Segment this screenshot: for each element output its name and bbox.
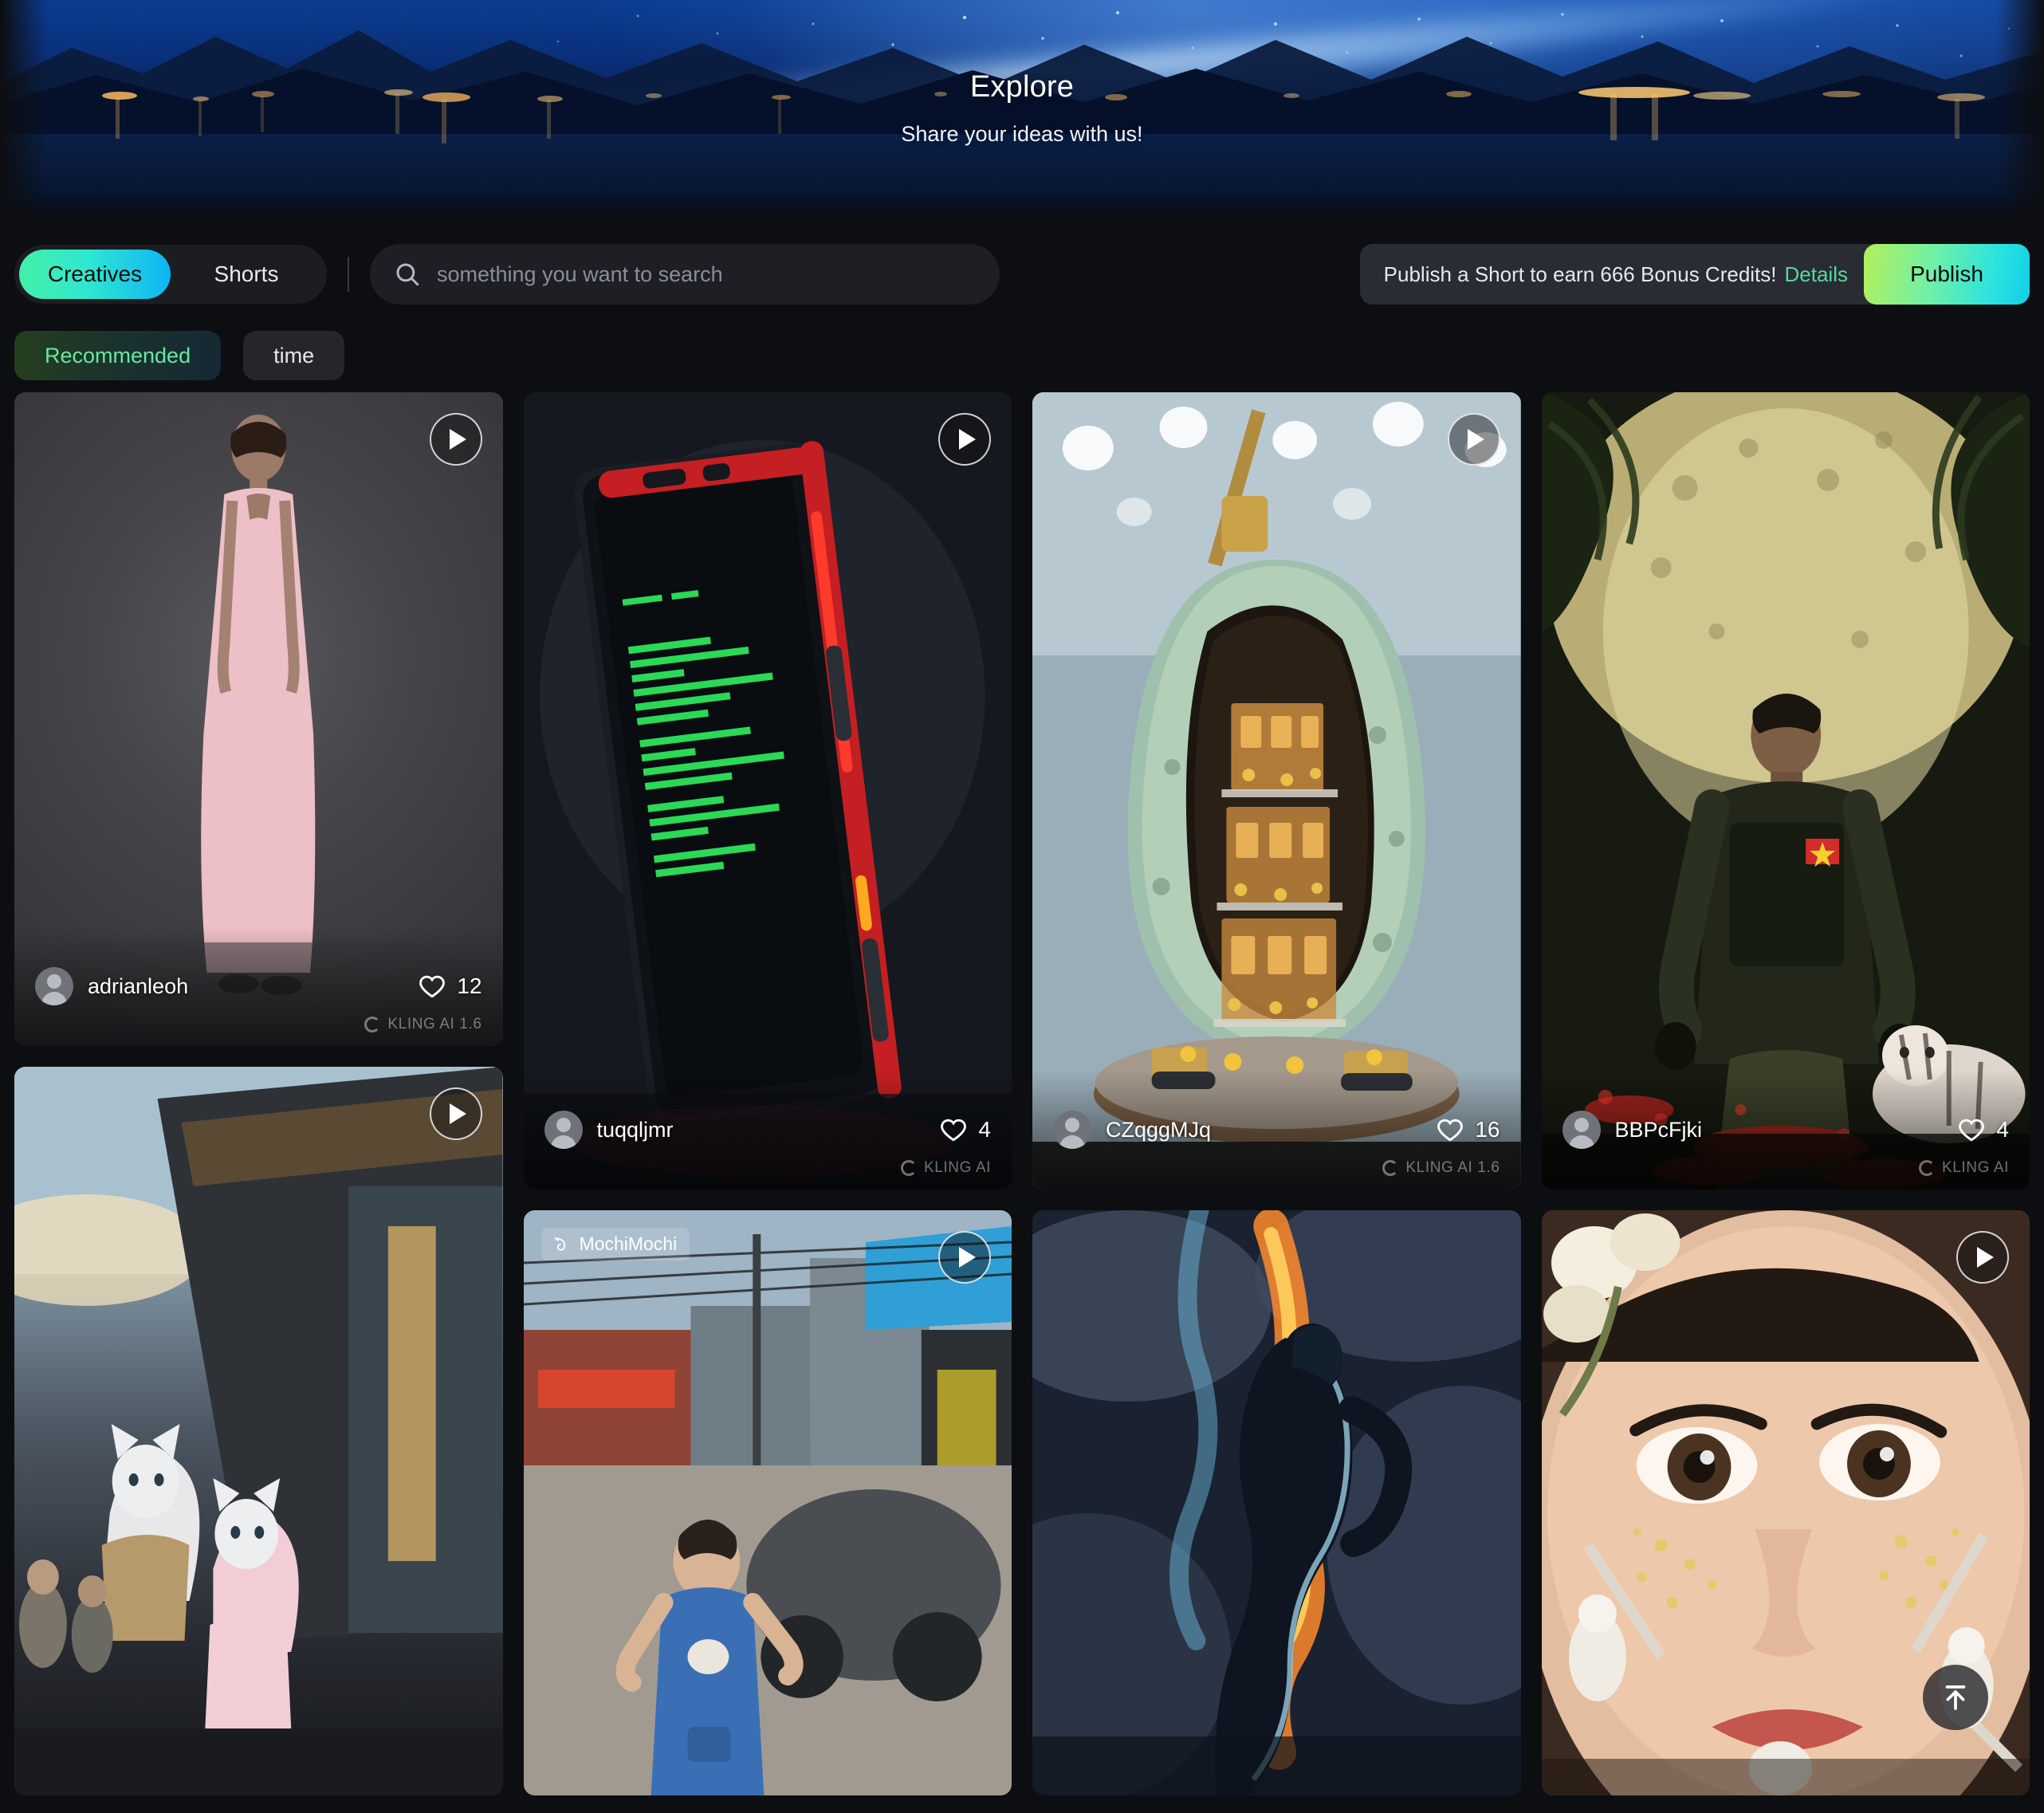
mochimochi-logo-icon xyxy=(553,1237,565,1251)
play-button[interactable] xyxy=(429,413,482,466)
heart-icon xyxy=(1437,1119,1464,1142)
card-thumbnail xyxy=(523,1210,1012,1795)
avatar[interactable] xyxy=(1562,1111,1601,1149)
promo-text: Publish a Short to earn 666 Bonus Credit… xyxy=(1383,262,1777,286)
play-icon xyxy=(1976,1247,1994,1268)
play-icon xyxy=(450,1103,466,1124)
card-username[interactable]: CZqggMJq xyxy=(1106,1118,1211,1142)
content-grid: adrianleoh 12 KLING AI 1.6 tuqqljmr 4 KL… xyxy=(0,392,2044,1795)
search-input[interactable] xyxy=(437,262,976,287)
play-button[interactable] xyxy=(938,1231,991,1284)
heart-icon xyxy=(419,975,446,998)
page-title: Explore xyxy=(969,70,1075,104)
creator-badge: MochiMochi xyxy=(540,1228,690,1260)
kling-watermark: KLING AI 1.6 xyxy=(364,1016,482,1033)
filter-chip-time[interactable]: time xyxy=(243,331,345,380)
tab-creatives[interactable]: Creatives xyxy=(19,250,171,299)
filter-chip-recommended[interactable]: Recommended xyxy=(14,331,222,380)
scroll-to-top-button[interactable] xyxy=(1923,1665,1988,1730)
card-egg[interactable]: CZqggMJq 16 KLING AI 1.6 xyxy=(1032,392,1521,1190)
tab-shorts[interactable]: Shorts xyxy=(171,250,322,299)
hero-bottom-fade xyxy=(0,195,2044,230)
watermark-text: KLING AI xyxy=(923,1159,991,1176)
card-soldier[interactable]: BBPcFjki 4 KLING AI xyxy=(1541,392,2030,1190)
card-username[interactable]: BBPcFjki xyxy=(1615,1118,1703,1142)
card-phone[interactable]: tuqqljmr 4 KLING AI xyxy=(523,392,1012,1190)
heart-icon xyxy=(1959,1119,1985,1142)
card-thumbnail xyxy=(14,1067,503,1795)
watermark-text: KLING AI xyxy=(1941,1159,2009,1176)
kling-watermark: KLING AI 1.6 xyxy=(1382,1159,1500,1177)
search-icon xyxy=(394,261,421,288)
like-count: 12 xyxy=(457,973,482,998)
card-model[interactable]: adrianleoh 12 KLING AI 1.6 xyxy=(14,392,503,1046)
like-count: 16 xyxy=(1475,1117,1500,1142)
play-button[interactable] xyxy=(1956,1231,2009,1284)
content-type-segmented-control: Creatives Shorts xyxy=(14,245,327,304)
play-button[interactable] xyxy=(429,1087,482,1140)
card-cats[interactable] xyxy=(14,1067,503,1795)
promo-banner: Publish a Short to earn 666 Bonus Credit… xyxy=(1359,244,1875,305)
badge-label: MochiMochi xyxy=(579,1233,678,1254)
play-button[interactable] xyxy=(1447,413,1500,466)
filter-chip-row: Recommended time xyxy=(0,319,2044,392)
like-counter[interactable]: 12 xyxy=(419,973,482,1000)
grid-column-1: adrianleoh 12 KLING AI 1.6 xyxy=(14,392,503,1795)
card-street[interactable]: MochiMochi xyxy=(523,1210,1012,1795)
heart-icon xyxy=(941,1119,967,1142)
play-icon xyxy=(1468,429,1484,450)
like-count: 4 xyxy=(978,1117,991,1142)
card-fire[interactable] xyxy=(1032,1210,1521,1795)
grid-column-3: CZqggMJq 16 KLING AI 1.6 xyxy=(1032,392,1521,1795)
kling-watermark: KLING AI xyxy=(900,1159,991,1177)
hero-text-block: Explore Share your ideas with us! xyxy=(0,0,2044,147)
grid-column-4: BBPcFjki 4 KLING AI xyxy=(1541,392,2030,1795)
avatar[interactable] xyxy=(1053,1111,1091,1149)
play-icon xyxy=(450,429,466,450)
watermark-text: KLING AI 1.6 xyxy=(1405,1159,1500,1176)
toolbar: Creatives Shorts Publish a Short to earn… xyxy=(0,230,2044,319)
page-subtitle: Share your ideas with us! xyxy=(901,122,1143,146)
publish-button[interactable]: Publish xyxy=(1864,244,2030,305)
avatar[interactable] xyxy=(35,967,73,1005)
hero-banner: Explore Share your ideas with us! xyxy=(0,0,2044,230)
card-username[interactable]: adrianleoh xyxy=(88,974,188,999)
arrow-up-to-line-icon xyxy=(1945,1685,1966,1710)
kling-logo-icon xyxy=(1382,1160,1399,1176)
avatar[interactable] xyxy=(544,1111,583,1149)
play-icon xyxy=(958,429,976,450)
like-count: 4 xyxy=(1996,1117,2009,1142)
card-thumbnail xyxy=(1032,1210,1521,1795)
promo-details-link[interactable]: Details xyxy=(1785,262,1848,287)
search-bar[interactable] xyxy=(370,244,1000,305)
card-username[interactable]: tuqqljmr xyxy=(597,1118,674,1142)
like-counter[interactable]: 4 xyxy=(940,1116,991,1143)
kling-watermark: KLING AI xyxy=(1918,1159,2009,1177)
grid-column-2: tuqqljmr 4 KLING AI MochiMochi xyxy=(523,392,1012,1795)
like-counter[interactable]: 16 xyxy=(1437,1116,1500,1143)
kling-logo-icon xyxy=(364,1017,381,1032)
kling-logo-icon xyxy=(900,1160,917,1176)
kling-logo-icon xyxy=(1918,1160,1935,1176)
like-counter[interactable]: 4 xyxy=(1958,1116,2009,1143)
play-button[interactable] xyxy=(938,413,991,466)
watermark-text: KLING AI 1.6 xyxy=(387,1016,482,1032)
play-icon xyxy=(958,1247,976,1268)
toolbar-divider xyxy=(348,257,349,292)
